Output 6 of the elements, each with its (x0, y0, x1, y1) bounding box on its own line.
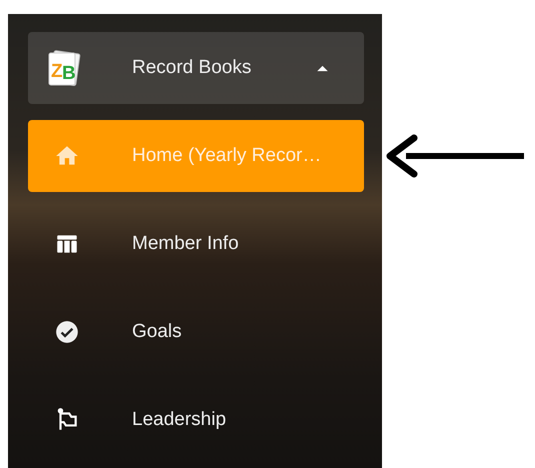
check-circle-icon (54, 319, 80, 345)
menu-item[interactable]: Member Info (28, 208, 364, 280)
caret-icon (317, 64, 328, 72)
menu-item[interactable]: Goals (28, 296, 364, 368)
menu-item[interactable]: Leadership (28, 384, 364, 456)
record-books-dropdown[interactable]: ZB Record Books (28, 32, 364, 104)
